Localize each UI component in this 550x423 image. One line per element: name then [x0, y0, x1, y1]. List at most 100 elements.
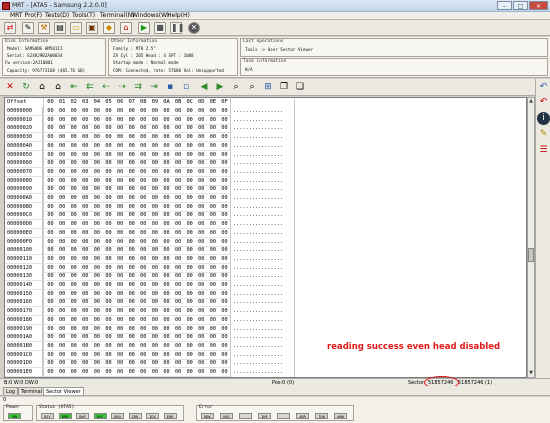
hex-byte[interactable]: 00	[114, 168, 126, 177]
scroll-thumb[interactable]	[528, 248, 534, 262]
hex-byte[interactable]: 00	[68, 298, 80, 308]
hex-byte[interactable]: 00	[184, 133, 196, 143]
hex-byte[interactable]: 00	[126, 151, 138, 160]
prev-block-icon[interactable]: ⇇	[84, 81, 96, 93]
tab-terminal[interactable]: Terminal	[18, 387, 46, 395]
hex-byte[interactable]: 00	[195, 281, 207, 290]
box-icon[interactable]: ▣	[86, 22, 98, 34]
hex-byte[interactable]: 00	[195, 133, 207, 143]
hex-byte[interactable]: 00	[149, 168, 161, 177]
hex-byte[interactable]: 00	[172, 281, 184, 290]
hex-byte[interactable]: 00	[45, 298, 56, 308]
hex-byte[interactable]: 00	[137, 272, 149, 282]
hex-byte[interactable]: 00	[161, 325, 172, 334]
hex-byte[interactable]: 00	[91, 124, 103, 134]
hex-byte[interactable]: 00	[184, 238, 196, 247]
hex-byte[interactable]: 00	[172, 151, 184, 160]
hex-byte[interactable]: 00	[103, 333, 114, 343]
hex-byte[interactable]: 00	[149, 342, 161, 351]
hex-byte[interactable]: 00	[45, 264, 56, 273]
hex-byte[interactable]: 00	[195, 107, 207, 116]
hex-byte[interactable]: 00	[195, 333, 207, 343]
hex-byte[interactable]: 00	[91, 325, 103, 334]
hex-byte[interactable]: 00	[91, 168, 103, 177]
hex-byte[interactable]: 00	[45, 342, 56, 351]
hex-byte[interactable]: 00	[207, 246, 219, 256]
hex-byte[interactable]: 00	[184, 290, 196, 299]
hex-byte[interactable]: 00	[195, 368, 207, 377]
hex-byte[interactable]: 00	[219, 194, 230, 203]
hex-byte[interactable]: 00	[79, 290, 91, 299]
hex-byte[interactable]: 00	[68, 351, 80, 360]
hex-byte[interactable]: 00	[172, 342, 184, 351]
hex-byte[interactable]: 00	[45, 281, 56, 290]
hex-byte[interactable]: 00	[172, 351, 184, 360]
hex-byte[interactable]: 00	[103, 133, 114, 143]
paste-icon[interactable]: ❏	[294, 81, 306, 93]
hex-byte[interactable]: 00	[103, 107, 114, 116]
hex-byte[interactable]: 00	[45, 325, 56, 334]
report-icon[interactable]: ▤	[54, 22, 66, 34]
hex-byte[interactable]: 00	[161, 359, 172, 369]
hex-byte[interactable]: 00	[68, 116, 80, 125]
hex-byte[interactable]: 00	[79, 185, 91, 195]
hex-byte[interactable]: 00	[149, 351, 161, 360]
hex-byte[interactable]: 00	[207, 107, 219, 116]
hex-byte[interactable]: 00	[184, 151, 196, 160]
hex-byte[interactable]: 00	[91, 316, 103, 325]
hex-byte[interactable]: 00	[137, 359, 149, 369]
hex-byte[interactable]: 00	[103, 298, 114, 308]
hex-byte[interactable]: 00	[137, 325, 149, 334]
hex-byte[interactable]: 00	[114, 211, 126, 221]
hex-byte[interactable]: 00	[91, 255, 103, 264]
hex-byte[interactable]: 00	[68, 177, 80, 186]
hex-byte[interactable]: 00	[103, 211, 114, 221]
hex-byte[interactable]: 00	[126, 368, 138, 377]
hex-byte[interactable]: 00	[68, 342, 80, 351]
hex-byte[interactable]: 00	[149, 316, 161, 325]
hex-byte[interactable]: 00	[114, 342, 126, 351]
hex-byte[interactable]: 00	[114, 177, 126, 186]
hex-byte[interactable]: 00	[91, 159, 103, 169]
hex-byte[interactable]: 00	[68, 333, 80, 343]
hex-byte[interactable]: 00	[149, 246, 161, 256]
hex-byte[interactable]: 00	[172, 255, 184, 264]
hex-byte[interactable]: 00	[114, 351, 126, 360]
hex-byte[interactable]: 00	[126, 290, 138, 299]
hex-byte[interactable]: 00	[219, 359, 230, 369]
hex-byte[interactable]: 00	[207, 316, 219, 325]
hex-byte[interactable]: 00	[161, 281, 172, 290]
hex-byte[interactable]: 00	[149, 238, 161, 247]
hex-byte[interactable]: 00	[45, 133, 56, 143]
hex-byte[interactable]: 00	[195, 124, 207, 134]
info-icon[interactable]: i	[537, 112, 550, 125]
hex-byte[interactable]: 00	[207, 351, 219, 360]
hex-byte[interactable]: 00	[207, 151, 219, 160]
hex-byte[interactable]: 00	[195, 316, 207, 325]
hex-byte[interactable]: 00	[79, 272, 91, 282]
hex-byte[interactable]: 00	[114, 159, 126, 169]
hex-byte[interactable]: 00	[45, 290, 56, 299]
hex-byte[interactable]: 00	[219, 281, 230, 290]
hex-byte[interactable]: 00	[68, 272, 80, 282]
hex-byte[interactable]: 00	[91, 203, 103, 212]
hex-byte[interactable]: 00	[172, 142, 184, 151]
hex-byte[interactable]: 00	[56, 124, 68, 134]
hex-byte[interactable]: 00	[126, 246, 138, 256]
tools-icon[interactable]: ⚒	[38, 22, 50, 34]
hex-byte[interactable]: 00	[172, 246, 184, 256]
hex-byte[interactable]: 00	[68, 264, 80, 273]
hex-byte[interactable]: 00	[219, 298, 230, 308]
hex-byte[interactable]: 00	[91, 272, 103, 282]
hex-byte[interactable]: 00	[114, 368, 126, 377]
play-icon[interactable]: ▶	[138, 22, 150, 34]
hex-byte[interactable]: 00	[207, 333, 219, 343]
hex-byte[interactable]: 00	[56, 298, 68, 308]
hex-byte[interactable]: 00	[79, 194, 91, 203]
hex-byte[interactable]: 00	[184, 116, 196, 125]
hex-byte[interactable]: 00	[126, 203, 138, 212]
hex-byte[interactable]: 00	[137, 142, 149, 151]
hex-byte[interactable]: 00	[68, 211, 80, 221]
hex-byte[interactable]: 00	[103, 159, 114, 169]
hex-byte[interactable]: 00	[45, 255, 56, 264]
